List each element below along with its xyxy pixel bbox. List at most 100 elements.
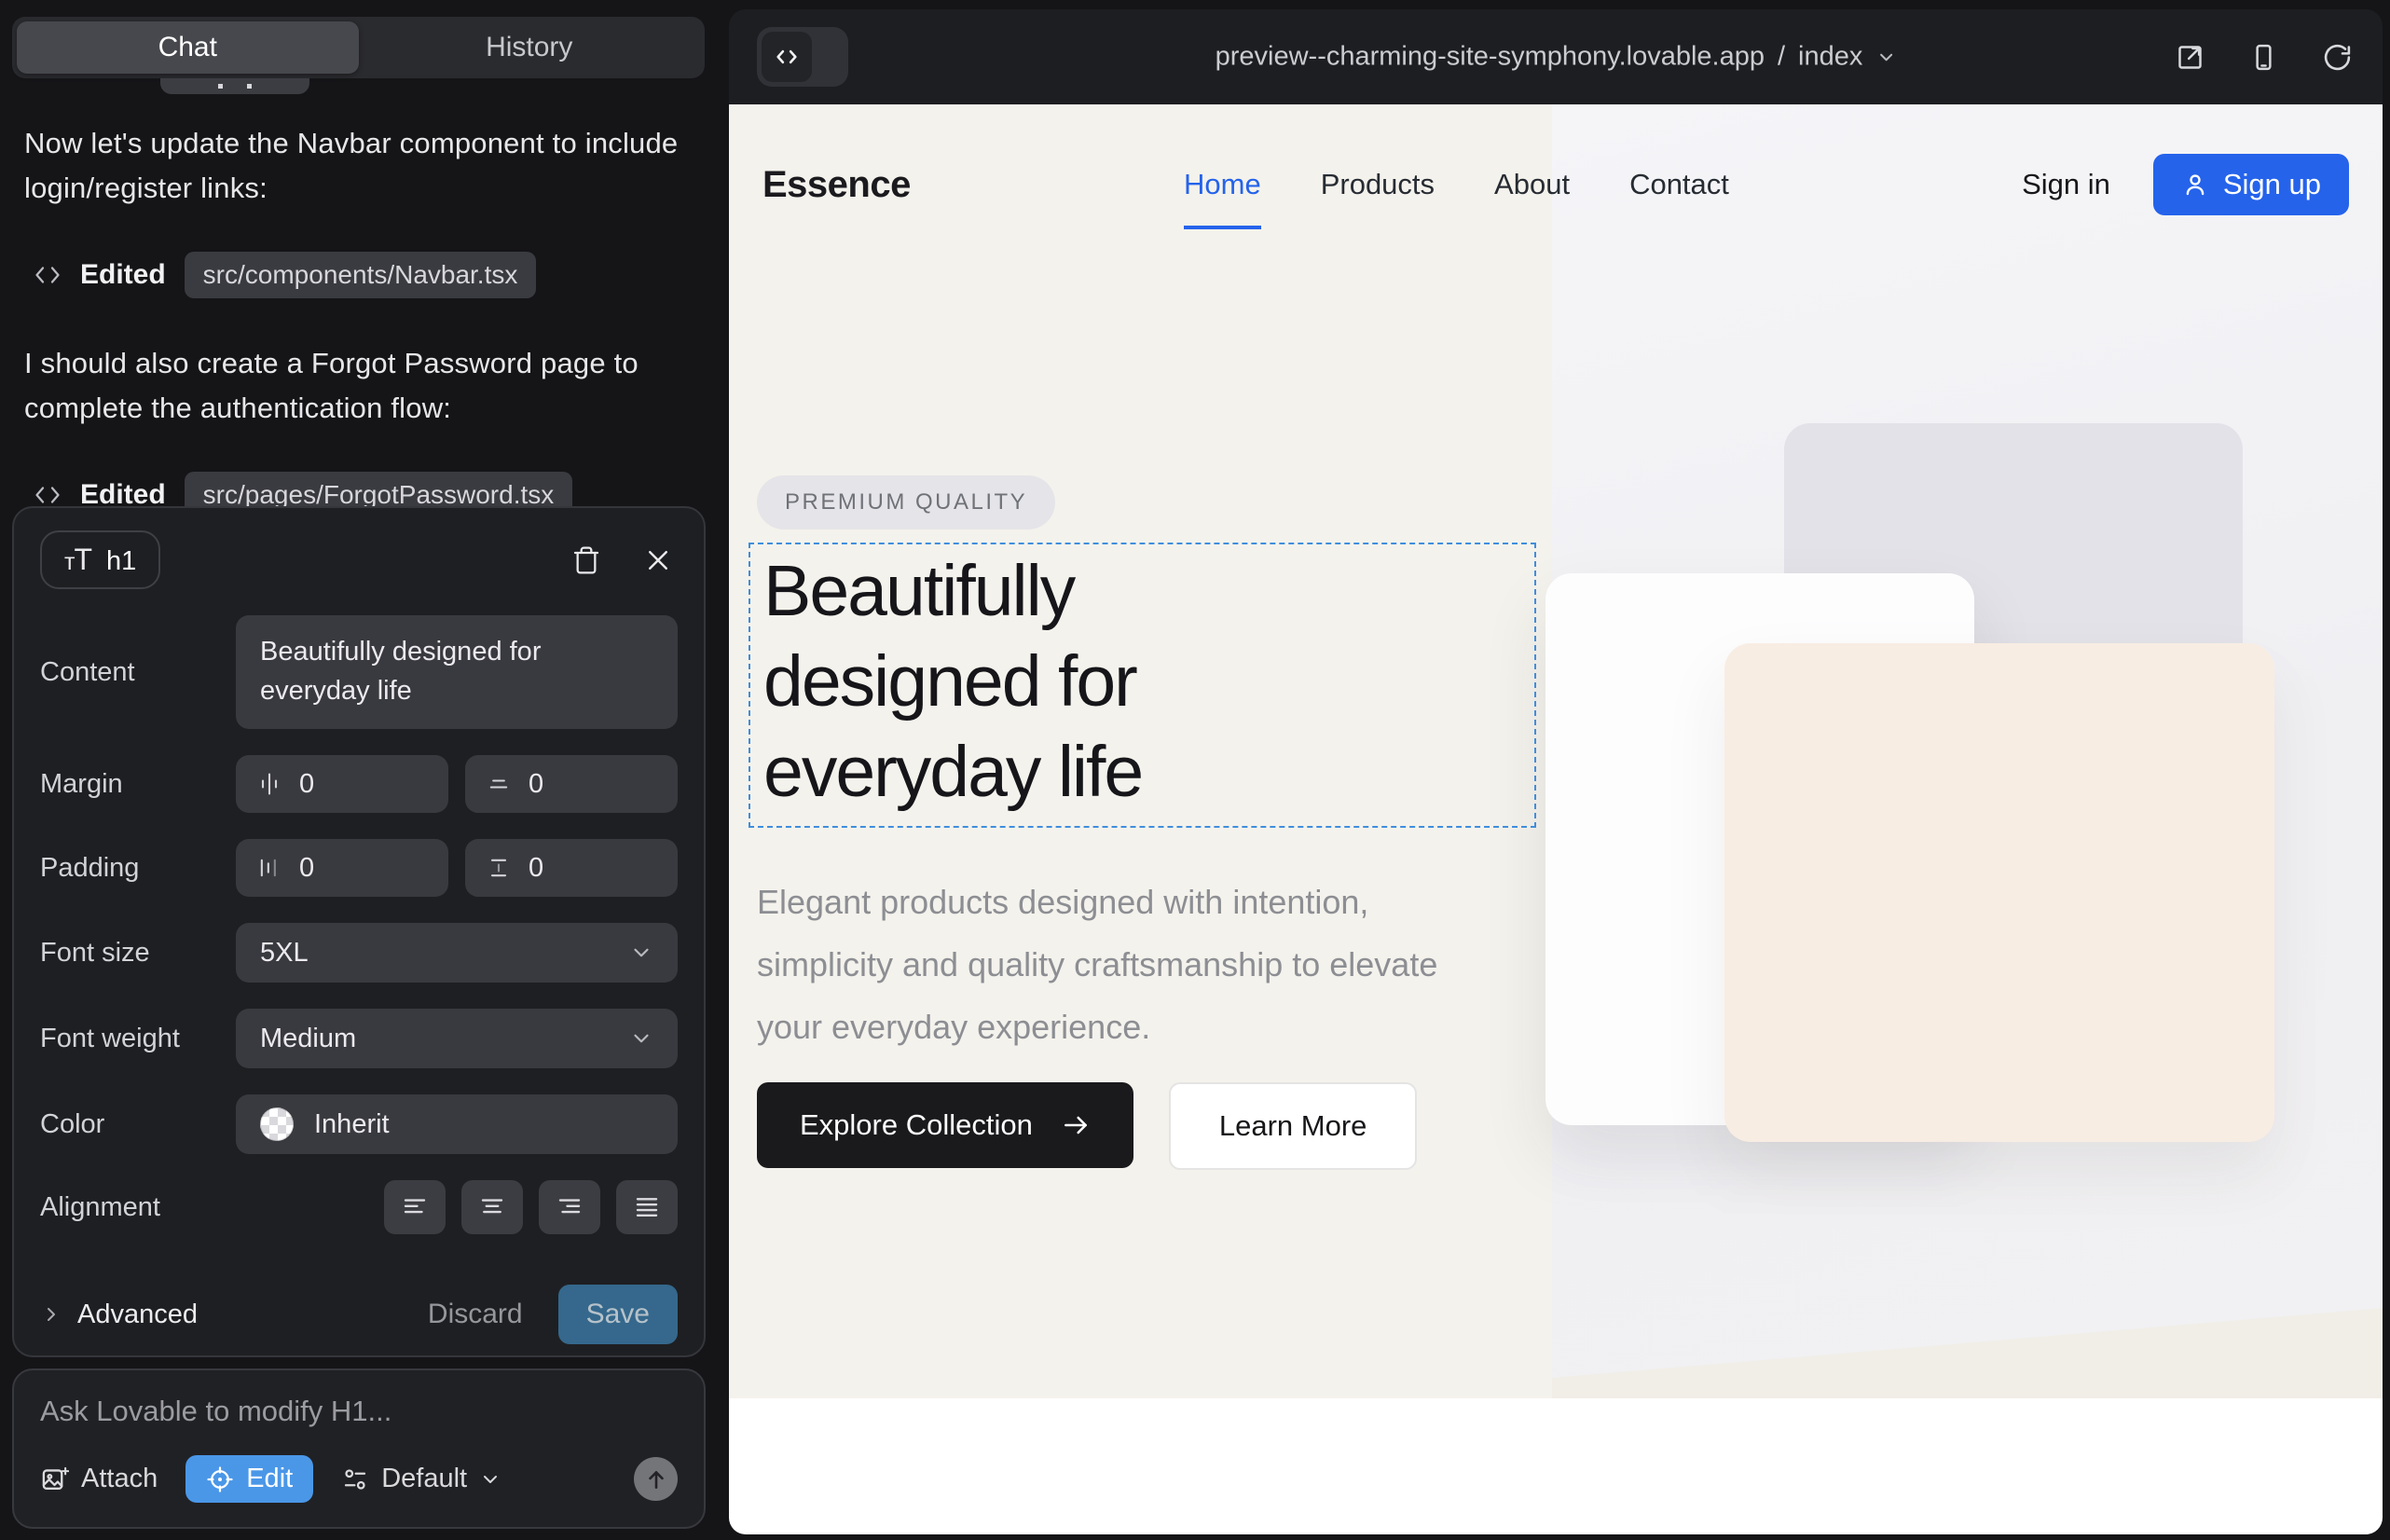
color-select[interactable]: Inherit bbox=[236, 1094, 678, 1154]
align-left-button[interactable] bbox=[384, 1180, 446, 1234]
scroll-peek-pill bbox=[160, 78, 309, 94]
chat-message: Now let's update the Navbar component to… bbox=[24, 121, 688, 211]
chat-message: I should also create a Forgot Password p… bbox=[24, 341, 688, 431]
edit-mode-button[interactable]: Edit bbox=[185, 1455, 313, 1503]
chevron-right-icon bbox=[40, 1303, 62, 1326]
save-button[interactable]: Save bbox=[558, 1285, 678, 1344]
font-weight-label: Font weight bbox=[40, 1024, 236, 1054]
hero-description: Elegant products designed with intention… bbox=[757, 871, 1503, 1058]
default-mode-select[interactable]: Default bbox=[341, 1464, 501, 1494]
alignment-label: Alignment bbox=[40, 1192, 236, 1223]
align-right-button[interactable] bbox=[539, 1180, 600, 1234]
typography-icon: тT bbox=[64, 543, 91, 577]
external-link-icon bbox=[2175, 42, 2205, 73]
sliders-icon bbox=[341, 1465, 369, 1493]
explore-collection-button[interactable]: Explore Collection bbox=[757, 1082, 1133, 1168]
color-row: Color Inherit bbox=[40, 1094, 678, 1154]
prompt-actions: Attach Edit Default bbox=[40, 1455, 678, 1503]
user-icon bbox=[2181, 171, 2209, 199]
code-icon bbox=[34, 261, 62, 289]
edited-label: Edited bbox=[80, 259, 166, 291]
preview-path: index bbox=[1798, 42, 1862, 73]
crosshair-icon bbox=[206, 1465, 234, 1493]
preview-url[interactable]: preview--charming-site-symphony.lovable.… bbox=[1216, 42, 1897, 73]
send-button[interactable] bbox=[634, 1457, 678, 1501]
editor-footer: Advanced Discard Save bbox=[40, 1285, 678, 1344]
nav-link-about[interactable]: About bbox=[1494, 168, 1570, 201]
padding-x-input[interactable]: 0 bbox=[236, 839, 448, 897]
nav-link-home[interactable]: Home bbox=[1184, 168, 1261, 201]
sign-up-button[interactable]: Sign up bbox=[2153, 154, 2349, 215]
decorative-card-cream bbox=[1724, 643, 2274, 1142]
font-size-select[interactable]: 5XL bbox=[236, 923, 678, 983]
sign-in-link[interactable]: Sign in bbox=[2022, 168, 2110, 201]
code-icon bbox=[34, 481, 62, 509]
code-preview-toggle[interactable] bbox=[757, 27, 848, 87]
path-separator: / bbox=[1778, 42, 1785, 73]
chevron-down-icon bbox=[1875, 47, 1896, 67]
content-label: Content bbox=[40, 657, 236, 688]
padding-vertical-icon bbox=[486, 855, 512, 881]
alignment-row: Alignment bbox=[40, 1180, 678, 1234]
preview-frame: preview--charming-site-symphony.lovable.… bbox=[729, 9, 2383, 1534]
chevron-down-icon bbox=[629, 1026, 653, 1051]
color-swatch bbox=[260, 1107, 294, 1141]
selected-element-pill[interactable]: тT h1 bbox=[40, 530, 160, 589]
tab-chat[interactable]: Chat bbox=[17, 21, 359, 74]
open-in-new-tab-button[interactable] bbox=[2173, 40, 2207, 75]
element-editor-panel: тT h1 Content Beautifully designed for e… bbox=[12, 506, 706, 1357]
nav-link-contact[interactable]: Contact bbox=[1629, 168, 1729, 201]
preview-toolbar-actions bbox=[2173, 40, 2355, 75]
align-right-icon bbox=[556, 1193, 584, 1221]
advanced-toggle[interactable]: Advanced bbox=[40, 1299, 198, 1330]
align-center-button[interactable] bbox=[461, 1180, 523, 1234]
chat-history-tabbar: Chat History bbox=[12, 17, 705, 78]
font-weight-select[interactable]: Medium bbox=[236, 1009, 678, 1068]
site-nav-auth: Sign in Sign up bbox=[2022, 154, 2349, 215]
content-row: Content Beautifully designed for everyda… bbox=[40, 615, 678, 729]
align-left-icon bbox=[401, 1193, 429, 1221]
editor-header: тT h1 bbox=[40, 530, 678, 589]
padding-row: Padding 0 0 bbox=[40, 839, 678, 897]
arrow-up-icon bbox=[644, 1467, 668, 1492]
color-label: Color bbox=[40, 1109, 236, 1140]
prompt-box: Attach Edit Default bbox=[12, 1368, 706, 1529]
margin-x-input[interactable]: 0 bbox=[236, 755, 448, 813]
attach-image-icon bbox=[40, 1464, 69, 1493]
learn-more-button[interactable]: Learn More bbox=[1169, 1082, 1418, 1170]
edited-file-row: Edited src/components/Navbar.tsx bbox=[34, 252, 688, 298]
mobile-view-button[interactable] bbox=[2246, 40, 2281, 75]
premium-quality-badge: PREMIUM QUALITY bbox=[757, 475, 1055, 529]
element-tag: h1 bbox=[106, 546, 136, 577]
padding-y-input[interactable]: 0 bbox=[465, 839, 678, 897]
margin-vertical-icon bbox=[486, 771, 512, 797]
margin-horizontal-icon bbox=[256, 771, 282, 797]
discard-button[interactable]: Discard bbox=[428, 1299, 523, 1330]
tab-history[interactable]: History bbox=[359, 21, 701, 74]
arrow-right-icon bbox=[1061, 1110, 1091, 1140]
attach-button[interactable]: Attach bbox=[40, 1464, 158, 1494]
site-navbar: Essence Home Products About Contact Sign… bbox=[729, 104, 2383, 265]
refresh-button[interactable] bbox=[2320, 40, 2355, 75]
content-input[interactable]: Beautifully designed for everyday life bbox=[236, 615, 678, 729]
close-panel-button[interactable] bbox=[639, 541, 678, 580]
preview-domain: preview--charming-site-symphony.lovable.… bbox=[1216, 42, 1765, 73]
nav-link-products[interactable]: Products bbox=[1321, 168, 1435, 201]
hero-heading[interactable]: Beautifully designed for everyday life bbox=[763, 546, 1360, 818]
prompt-input[interactable] bbox=[40, 1395, 678, 1428]
site-page: Essence Home Products About Contact Sign… bbox=[729, 104, 2383, 1534]
delete-element-button[interactable] bbox=[566, 540, 607, 581]
align-justify-button[interactable] bbox=[616, 1180, 678, 1234]
font-weight-row: Font weight Medium bbox=[40, 1009, 678, 1068]
margin-y-input[interactable]: 0 bbox=[465, 755, 678, 813]
margin-row: Margin 0 0 bbox=[40, 755, 678, 813]
refresh-icon bbox=[2322, 42, 2353, 73]
chevron-down-icon bbox=[479, 1468, 501, 1491]
padding-label: Padding bbox=[40, 853, 236, 884]
edited-file-chip[interactable]: src/components/Navbar.tsx bbox=[185, 252, 537, 298]
site-logo[interactable]: Essence bbox=[762, 164, 911, 206]
padding-horizontal-icon bbox=[256, 855, 282, 881]
h1-selection-outline[interactable]: Beautifully designed for everyday life bbox=[749, 543, 1536, 828]
chat-message-list: Now let's update the Navbar component to… bbox=[24, 121, 688, 561]
smartphone-icon bbox=[2248, 42, 2279, 73]
